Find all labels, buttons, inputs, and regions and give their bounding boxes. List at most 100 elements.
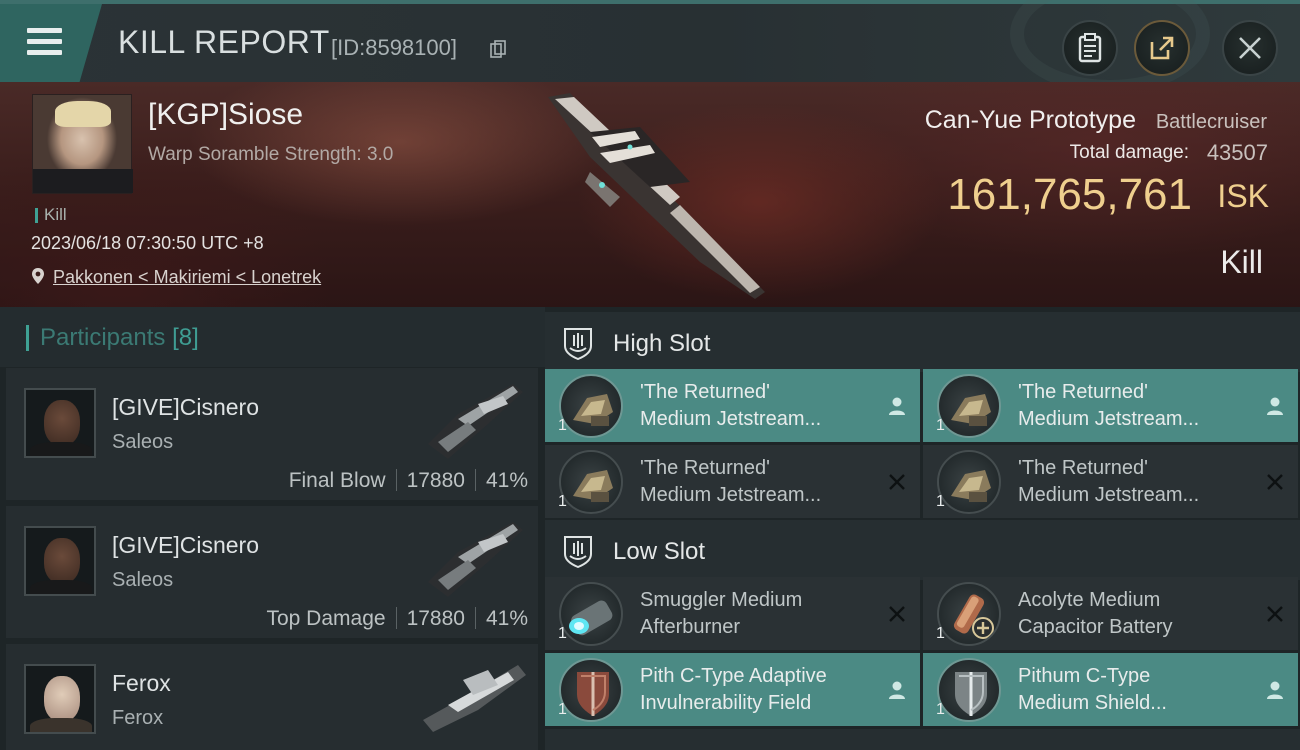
module-item[interactable]: 1 Smuggler Medium Afterburner (545, 577, 920, 650)
low-slot-icon (564, 536, 592, 568)
participant-damage: 17880 (406, 469, 465, 492)
participant-name: [GIVE]Cisnero (112, 394, 259, 420)
participants-title: Participants [8] (40, 324, 199, 352)
module-quantity: 1 (936, 493, 945, 510)
module-quantity: 1 (558, 493, 567, 510)
victim-avatar[interactable] (32, 94, 133, 194)
dropped-person-icon (1267, 681, 1283, 699)
participant-ship: Saleos (112, 569, 174, 591)
participant-name: [GIVE]Cisnero (112, 532, 259, 558)
participants-label: Participants (40, 324, 166, 351)
close-icon (1239, 37, 1261, 59)
clipboard-icon (1078, 33, 1102, 63)
report-id: [ID:8598100] (331, 35, 457, 60)
kill-tag: Kill (44, 205, 67, 224)
participant-ship-image (423, 665, 526, 732)
module-name-line1: 'The Returned' (1018, 381, 1148, 403)
afterburner-module-icon (559, 582, 623, 646)
participant-percent: 41% (485, 469, 528, 492)
high-slot-header: High Slot (545, 312, 1300, 372)
shield-module-icon (559, 658, 623, 722)
module-name-line1: Pithum C-Type (1018, 665, 1151, 687)
module-name-line1: Acolyte Medium (1018, 589, 1161, 611)
module-name-line1: Pith C-Type Adaptive (640, 665, 827, 687)
module-quantity: 1 (558, 701, 567, 718)
destroyed-x-icon (1267, 606, 1283, 622)
module-item[interactable]: 1 Acolyte Medium Capacitor Battery (923, 577, 1298, 650)
dropped-person-icon (889, 397, 905, 415)
module-item[interactable]: 1 'The Returned' Medium Jetstream... (545, 369, 920, 442)
participant-role: Final Blow (288, 469, 386, 492)
low-slot-title: Low Slot (613, 538, 706, 565)
module-item[interactable]: 1 'The Returned' Medium Jetstream... (545, 445, 920, 518)
participant-name: Ferox (112, 670, 171, 696)
participant-avatar (24, 664, 96, 734)
location-pin-icon (32, 268, 44, 284)
module-name-line2: Medium Jetstream... (640, 484, 822, 506)
participant-stats: Final Blow 17880 41% (289, 469, 528, 493)
dropped-person-icon (1267, 397, 1283, 415)
module-item[interactable]: 1 Pithum C-Type Medium Shield... (923, 653, 1298, 726)
close-button[interactable] (1222, 20, 1278, 76)
jetstream-module-icon (937, 374, 1001, 438)
participants-count: [8] (172, 324, 199, 351)
destroyed-x-icon (1267, 474, 1283, 490)
isk-unit: ISK (1217, 178, 1269, 214)
module-name-line2: Invulnerability Field (640, 692, 812, 714)
module-name-line2: Capacitor Battery (1018, 616, 1173, 638)
module-name-line1: 'The Returned' (1018, 457, 1148, 479)
module-quantity: 1 (558, 625, 567, 642)
participant-row[interactable]: Ferox Ferox (6, 644, 538, 750)
victim-ship-name[interactable]: Can-Yue Prototype (925, 106, 1136, 135)
participant-damage: 17880 (406, 607, 465, 630)
participants-panel: Participants [8] [GIVE]Cisnero Saleos Fi… (0, 307, 545, 750)
participant-ship-image (428, 384, 523, 459)
module-name-line1: 'The Returned' (640, 457, 770, 479)
participant-row[interactable]: [GIVE]Cisnero Saleos Final Blow 17880 41% (6, 368, 538, 500)
module-name-line2: Medium Jetstream... (1018, 408, 1200, 430)
page-title: KILL REPORT (118, 24, 330, 60)
high-slot-title: High Slot (613, 330, 711, 357)
shield-module-icon (937, 658, 1001, 722)
share-icon (1150, 36, 1174, 60)
participant-ship-image (428, 522, 523, 597)
kill-datetime: 2023/06/18 07:30:50 UTC +8 (31, 233, 264, 253)
kill-tag-marker (35, 208, 38, 223)
module-name-line1: 'The Returned' (640, 381, 770, 403)
participant-avatar (24, 388, 96, 458)
victim-subtitle: Warp Soramble Strength: 3.0 (148, 144, 394, 165)
total-damage-label: Total damage: (1069, 142, 1189, 163)
capacitor-battery-icon (937, 582, 1001, 646)
module-name-line2: Medium Jetstream... (640, 408, 822, 430)
module-item[interactable]: 1 Pith C-Type Adaptive Invulnerability F… (545, 653, 920, 726)
module-name-line2: Medium Shield... (1018, 692, 1167, 714)
jetstream-module-icon (559, 450, 623, 514)
victim-ship-image[interactable] (530, 87, 780, 302)
share-button[interactable] (1134, 20, 1190, 76)
kill-result: Kill (1220, 244, 1263, 280)
module-quantity: 1 (558, 417, 567, 434)
low-slot-header: Low Slot (545, 520, 1300, 580)
high-slot-icon (564, 328, 592, 360)
module-item[interactable]: 1 'The Returned' Medium Jetstream... (923, 445, 1298, 518)
module-quantity: 1 (936, 417, 945, 434)
participant-ship: Saleos (112, 431, 174, 453)
victim-ship-class: Battlecruiser (1155, 111, 1267, 133)
clipboard-button[interactable] (1062, 20, 1118, 76)
fitting-panel: High Slot 1 'The Returned' Medium Jetstr… (545, 307, 1300, 750)
victim-name[interactable]: [KGP]Siose (148, 98, 303, 132)
menu-button[interactable] (0, 4, 102, 82)
kill-location-link[interactable]: Pakkonen < Makiriemi < Lonetrek (53, 267, 321, 288)
total-damage-value: 43507 (1206, 140, 1268, 165)
module-quantity: 1 (936, 701, 945, 718)
destroyed-x-icon (889, 606, 905, 622)
participant-percent: 41% (485, 607, 528, 630)
module-quantity: 1 (936, 625, 945, 642)
module-name-line2: Afterburner (640, 616, 741, 638)
jetstream-module-icon (559, 374, 623, 438)
module-item[interactable]: 1 'The Returned' Medium Jetstream... (923, 369, 1298, 442)
copy-icon[interactable] (490, 40, 506, 58)
participant-ship: Ferox (112, 707, 164, 729)
participant-row[interactable]: [GIVE]Cisnero Saleos Top Damage 17880 41% (6, 506, 538, 638)
participant-role: Top Damage (266, 607, 386, 630)
